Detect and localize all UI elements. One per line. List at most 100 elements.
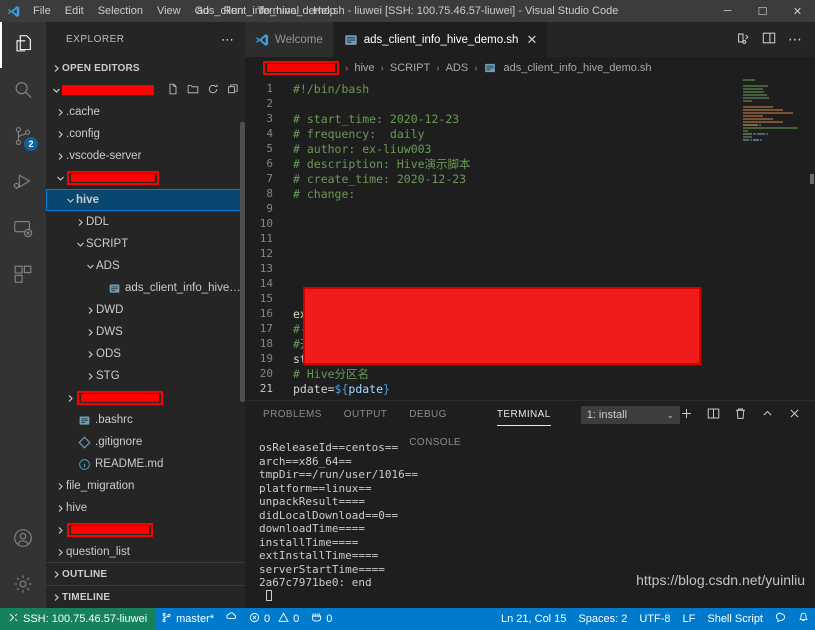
status-sync[interactable] <box>220 608 243 630</box>
minimize-button[interactable]: ─ <box>710 0 745 22</box>
refresh-icon[interactable] <box>207 83 219 98</box>
panel-header[interactable]: PROBLEMS OUTPUT DEBUG CONSOLE TERMINAL 1… <box>245 401 815 448</box>
tab-debug-console[interactable]: DEBUG CONSOLE <box>409 401 475 448</box>
code-line[interactable]: 10 <box>245 216 815 231</box>
activity-settings[interactable] <box>0 562 46 608</box>
editor-scrollbar[interactable] <box>805 79 815 400</box>
minimap[interactable] <box>743 79 805 400</box>
code-line[interactable]: 13 <box>245 261 815 276</box>
status-feedback[interactable] <box>769 608 792 630</box>
tab-ads-client-info-hive-demo[interactable]: ads_client_info_hive_demo.sh ✕ <box>333 22 549 57</box>
tree-item-stg[interactable]: STG <box>46 365 245 387</box>
activity-run-debug[interactable] <box>0 160 46 206</box>
activity-search[interactable] <box>0 68 46 114</box>
maximize-button[interactable]: ☐ <box>745 0 780 22</box>
tree-item-hive[interactable]: hive <box>46 189 245 211</box>
status-indentation[interactable]: Spaces: 2 <box>572 608 633 630</box>
menu-go[interactable]: Go <box>188 0 217 22</box>
tree-item-dwd[interactable]: DWD <box>46 299 245 321</box>
workspace-root-row[interactable] <box>46 79 245 101</box>
tree-item-question-list[interactable]: question_list <box>46 541 245 562</box>
tab-welcome[interactable]: Welcome <box>245 22 334 57</box>
code-line[interactable]: 11 <box>245 231 815 246</box>
status-cursor-position[interactable]: Ln 21, Col 15 <box>495 608 572 630</box>
code-line[interactable]: 3 # start_time: 2020-12-23 <box>245 111 815 126</box>
menu-run[interactable]: Run <box>216 0 250 22</box>
code-line[interactable]: 5 # author: ex-liuw003 <box>245 141 815 156</box>
editor-scrollbar-thumb[interactable] <box>810 174 814 184</box>
tree-item-file-migration[interactable]: file_migration <box>46 475 245 497</box>
menu-edit[interactable]: Edit <box>58 0 91 22</box>
code-line[interactable]: 4 # frequency: daily <box>245 126 815 141</box>
menu-bar[interactable]: File Edit Selection View Go Run Terminal… <box>26 0 343 22</box>
file-tree[interactable]: .cache .config .vscode-server hive DDL SCRIPT… <box>46 101 245 562</box>
tab-terminal[interactable]: TERMINAL <box>496 401 551 429</box>
code-line[interactable]: 7 # create_time: 2020-12-23 <box>245 171 815 186</box>
breadcrumb-script[interactable]: SCRIPT <box>390 62 430 74</box>
tree-item-dws[interactable]: DWS <box>46 321 245 343</box>
status-problems[interactable]: 0 0 <box>243 608 305 630</box>
menu-view[interactable]: View <box>150 0 188 22</box>
menu-selection[interactable]: Selection <box>91 0 150 22</box>
tree-item--cache[interactable]: .cache <box>46 101 245 123</box>
status-ports[interactable]: 0 <box>305 608 338 630</box>
kill-terminal-icon[interactable] <box>734 407 747 423</box>
code-line[interactable]: 2 <box>245 96 815 111</box>
code-line[interactable]: 9 <box>245 201 815 216</box>
code-line[interactable]: 12 <box>245 246 815 261</box>
status-notifications[interactable] <box>792 608 815 630</box>
breadcrumb-ads[interactable]: ADS <box>446 62 469 74</box>
breadcrumb[interactable]: › hive › SCRIPT › ADS › ads_client_info_… <box>245 57 815 79</box>
tree-item-redacted-19[interactable] <box>46 519 245 541</box>
code-line[interactable]: 1 #!/bin/bash <box>245 81 815 96</box>
panel-actions[interactable] <box>680 407 815 423</box>
tab-problems[interactable]: PROBLEMS <box>263 401 322 429</box>
status-language-mode[interactable]: Shell Script <box>701 608 769 630</box>
activity-source-control[interactable]: 2 <box>0 114 46 160</box>
tree-item-redacted-3[interactable] <box>46 167 245 189</box>
editor-tabs[interactable]: Welcome ads_client_info_hive_demo.sh ✕ ⋯ <box>245 22 815 57</box>
tab-output[interactable]: OUTPUT <box>344 401 388 429</box>
section-outline[interactable]: OUTLINE <box>46 562 245 585</box>
layout-icon[interactable] <box>762 31 776 48</box>
split-editor-icon[interactable] <box>736 31 750 48</box>
code-line[interactable]: 20 # Hive分区名 <box>245 366 815 381</box>
tree-item-ads-client-info-hive-demo-sh[interactable]: ads_client_info_hive_demo.sh <box>46 277 245 299</box>
tree-item-readme-md[interactable]: README.md <box>46 453 245 475</box>
explorer-root-actions[interactable] <box>167 83 245 98</box>
menu-file[interactable]: File <box>26 0 58 22</box>
code-line[interactable]: 6 # description: Hive演示脚本 <box>245 156 815 171</box>
window-controls[interactable]: ─ ☐ ✕ <box>710 0 815 22</box>
status-remote[interactable]: SSH: 100.75.46.57-liuwei <box>0 608 156 630</box>
new-terminal-icon[interactable] <box>680 407 693 423</box>
close-panel-icon[interactable] <box>788 407 801 423</box>
tree-item-ods[interactable]: ODS <box>46 343 245 365</box>
close-button[interactable]: ✕ <box>780 0 815 22</box>
code-line[interactable]: 21 pdate=${pdate} <box>245 381 815 396</box>
tree-item--bashrc[interactable]: .bashrc <box>46 409 245 431</box>
breadcrumb-file[interactable]: ads_client_info_hive_demo.sh <box>504 62 652 74</box>
tree-item--config[interactable]: .config <box>46 123 245 145</box>
tree-item-redacted-13[interactable] <box>46 387 245 409</box>
status-eol[interactable]: LF <box>677 608 702 630</box>
new-folder-icon[interactable] <box>187 83 199 98</box>
activity-remote-explorer[interactable] <box>0 206 46 252</box>
code-line[interactable]: 8 # change: <box>245 186 815 201</box>
editor-tab-actions[interactable]: ⋯ <box>724 22 815 57</box>
close-icon[interactable]: ✕ <box>526 33 537 46</box>
more-actions-icon[interactable]: ⋯ <box>788 31 803 48</box>
tree-item-ads[interactable]: ADS <box>46 255 245 277</box>
terminal-select[interactable]: 1: install ⌄ <box>580 406 680 424</box>
activity-accounts[interactable] <box>0 516 46 562</box>
tree-item-hive[interactable]: hive <box>46 497 245 519</box>
menu-help[interactable]: Help <box>306 0 343 22</box>
tree-item--vscode-server[interactable]: .vscode-server <box>46 145 245 167</box>
status-branch[interactable]: master* <box>155 608 220 630</box>
split-terminal-icon[interactable] <box>707 407 720 423</box>
tree-item-ddl[interactable]: DDL <box>46 211 245 233</box>
maximize-panel-icon[interactable] <box>761 407 774 423</box>
breadcrumb-root-redacted[interactable] <box>263 61 339 75</box>
menu-terminal[interactable]: Terminal <box>251 0 307 22</box>
section-timeline[interactable]: TIMELINE <box>46 585 245 608</box>
tree-item--gitignore[interactable]: .gitignore <box>46 431 245 453</box>
